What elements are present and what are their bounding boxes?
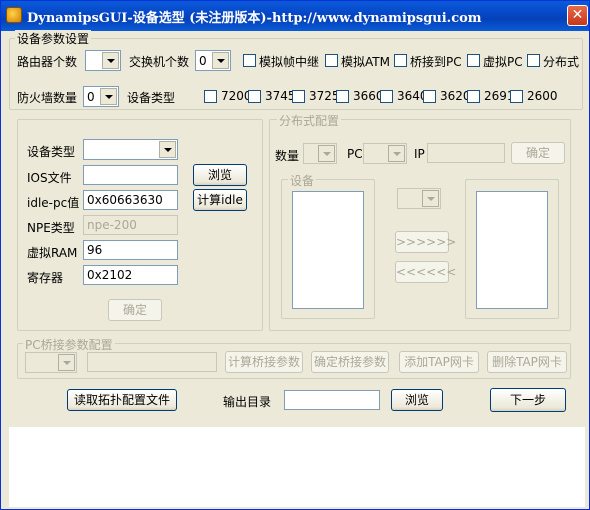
chevron-down-icon <box>58 354 75 371</box>
pc-bridge-input[interactable] <box>87 352 217 372</box>
model-checkbox[interactable] <box>423 90 436 103</box>
devices-legend: 设备 <box>288 172 317 189</box>
chevron-down-icon <box>318 145 335 162</box>
title-bar[interactable]: DynamipsGUI-设备选型 (未注册版本)-http://www.dyna… <box>1 1 589 31</box>
close-icon: ✕ <box>571 7 584 23</box>
log-area <box>9 427 585 507</box>
chevron-down-icon <box>212 52 229 69</box>
ios-file-input[interactable] <box>83 165 178 185</box>
devices-list[interactable] <box>292 191 364 309</box>
bridge-pc-label: 桥接到PC <box>410 55 462 69</box>
switch-count-label: 交换机个数 <box>129 55 190 69</box>
calc-idle-button[interactable]: 计算idle <box>193 189 247 211</box>
ios-file-label: IOS文件 <box>27 171 72 185</box>
router-count-label: 路由器个数 <box>17 55 78 69</box>
dist-pc-select[interactable] <box>363 143 407 164</box>
device-type-label-top: 设备类型 <box>127 91 176 105</box>
idle-pc-input[interactable]: 0x60663630 <box>83 190 178 210</box>
frame-relay-checkbox[interactable] <box>243 54 256 67</box>
chevron-down-icon <box>159 141 176 158</box>
pc-bridge-legend: PC桥接参数配置 <box>23 336 115 353</box>
model-checkbox[interactable] <box>467 90 480 103</box>
firewall-count-select[interactable]: 0 <box>83 86 119 107</box>
dist-target-select[interactable] <box>397 188 441 209</box>
npe-type-input: npe-200 <box>83 215 178 235</box>
model-label: 3745 <box>265 89 296 103</box>
dist-ip-input[interactable] <box>427 143 505 163</box>
switch-count-select[interactable]: 0 <box>195 50 231 71</box>
chevron-down-icon <box>388 145 405 162</box>
remove-tap-button[interactable]: 删除TAP网卡 <box>487 351 567 373</box>
distributed-label: 分布式 <box>543 55 580 69</box>
frame-relay-label: 模拟帧中继 <box>259 55 320 69</box>
output-dir-input[interactable] <box>284 390 380 410</box>
dist-pc-label: PC <box>347 147 363 161</box>
virtual-pc-label: 虚拟PC <box>483 55 523 69</box>
read-topology-button[interactable]: 读取拓扑配置文件 <box>67 389 177 411</box>
model-checkbox[interactable] <box>292 90 305 103</box>
atm-checkbox[interactable] <box>325 54 338 67</box>
model-checkbox[interactable] <box>380 90 393 103</box>
model-checkbox[interactable] <box>336 90 349 103</box>
model-checkbox[interactable] <box>248 90 261 103</box>
output-browse-button[interactable]: 浏览 <box>391 389 443 411</box>
dialog-window: DynamipsGUI-设备选型 (未注册版本)-http://www.dyna… <box>0 0 590 510</box>
chevron-down-icon <box>100 88 117 105</box>
virtual-ram-label: 虚拟RAM <box>27 246 78 260</box>
ios-browse-button[interactable]: 浏览 <box>193 164 247 186</box>
dist-ip-label: IP <box>414 147 425 161</box>
move-left-button[interactable]: <<<<<< <box>395 261 456 283</box>
pc-bridge-select[interactable] <box>25 352 77 373</box>
calc-bridge-button[interactable]: 计算桥接参数 <box>225 351 303 373</box>
virtual-pc-checkbox[interactable] <box>467 54 480 67</box>
virtual-ram-input[interactable]: 96 <box>83 240 178 260</box>
model-label: 3660 <box>353 89 384 103</box>
target-devices-list[interactable] <box>476 191 548 309</box>
dist-count-select[interactable] <box>303 143 337 164</box>
model-checkbox[interactable] <box>204 90 217 103</box>
bridge-pc-checkbox[interactable] <box>394 54 407 67</box>
confirm-bridge-button[interactable]: 确定桥接参数 <box>311 351 389 373</box>
app-icon <box>6 7 22 23</box>
window-title: DynamipsGUI-设备选型 (未注册版本)-http://www.dyna… <box>27 11 482 26</box>
model-label: 7200 <box>221 89 252 103</box>
output-dir-label: 输出目录 <box>223 395 272 409</box>
next-button[interactable]: 下一步 <box>490 388 566 412</box>
model-label: 2600 <box>527 89 558 103</box>
device-type-select[interactable] <box>83 139 178 160</box>
firewall-count-label: 防火墙数量 <box>17 91 78 105</box>
device-params-legend: 设备参数设置 <box>15 30 92 47</box>
close-button[interactable]: ✕ <box>567 5 588 26</box>
router-count-select[interactable] <box>85 50 121 71</box>
model-label: 3725 <box>309 89 340 103</box>
npe-type-label: NPE类型 <box>27 221 75 235</box>
move-right-button[interactable]: >>>>>> <box>395 231 456 253</box>
register-input[interactable]: 0x2102 <box>83 265 178 285</box>
register-label: 寄存器 <box>27 271 64 285</box>
device-confirm-button[interactable]: 确定 <box>108 299 162 321</box>
distributed-checkbox[interactable] <box>527 54 540 67</box>
model-label: 3620 <box>440 89 471 103</box>
model-checkbox[interactable] <box>510 90 523 103</box>
device-type-label: 设备类型 <box>27 145 76 159</box>
add-tap-button[interactable]: 添加TAP网卡 <box>399 351 479 373</box>
atm-label: 模拟ATM <box>341 55 390 69</box>
dist-confirm-button[interactable]: 确定 <box>511 142 565 164</box>
dist-count-label: 数量 <box>275 149 300 163</box>
idle-pc-label: idle-pc值 <box>27 196 80 210</box>
chevron-down-icon <box>422 190 439 207</box>
distributed-config-legend: 分布式配置 <box>277 112 342 129</box>
chevron-down-icon <box>102 52 119 69</box>
